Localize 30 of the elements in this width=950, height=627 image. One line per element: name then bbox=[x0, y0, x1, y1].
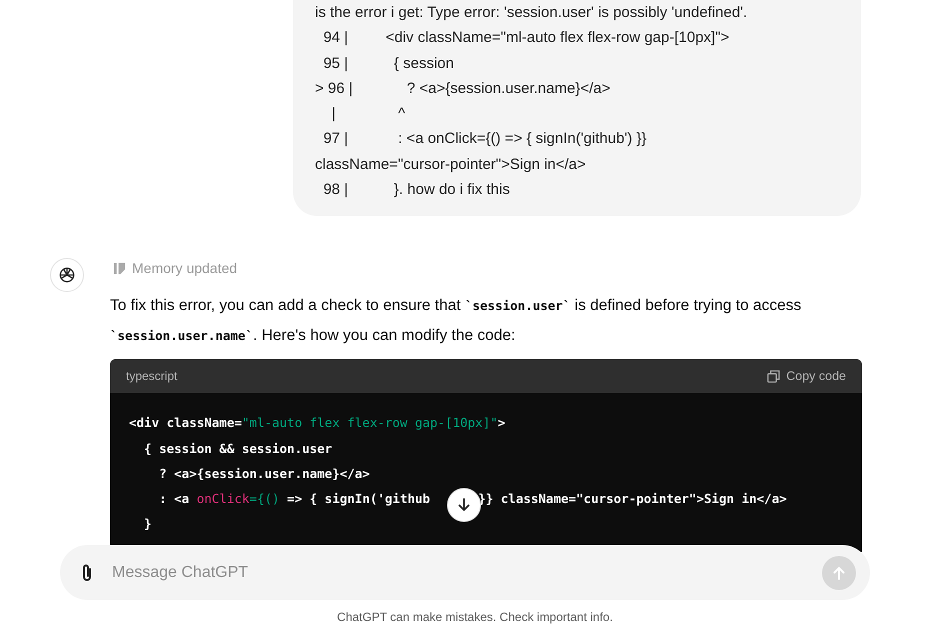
code-text: ? <a>{session.user.name}</a> bbox=[158, 466, 370, 481]
code-text: } bbox=[143, 516, 152, 532]
message-line: | ^ bbox=[330, 104, 406, 124]
code-text: > bbox=[498, 415, 506, 430]
memory-status-text: Memory updated bbox=[132, 259, 238, 278]
message-line: 98 | }. how do i fix this bbox=[322, 180, 511, 200]
copy-icon bbox=[767, 370, 780, 383]
message-line: 94 | <div className="ml-auto flex flex-row gap-[10px]"> bbox=[322, 28, 730, 48]
code-text: => { signIn('github bbox=[286, 490, 430, 506]
message-field[interactable]: Message ChatGPT bbox=[60, 545, 870, 600]
code-text: : <a bbox=[158, 490, 190, 506]
code-text: { session && session.user bbox=[143, 440, 332, 456]
message-line: 95 | { session bbox=[322, 54, 455, 74]
code-text: "ml-auto flex flex-row gap-[10px]" bbox=[242, 415, 498, 430]
code-text: }} className="cursor-pointer">Sign in</a> bbox=[477, 490, 787, 506]
assistant-message-text: To fix this error, you can add a check to ensure that `session.user` is defined before trying to access `session.user.name`. Here's how you can modify the code: bbox=[110, 296, 802, 346]
code-language-label: typescript bbox=[126, 368, 178, 386]
memory-icon bbox=[113, 262, 126, 276]
message-input[interactable]: Message ChatGPT bbox=[110, 560, 808, 586]
arrow-up-icon bbox=[831, 564, 847, 580]
code-text: onClick bbox=[196, 490, 250, 506]
message-line: className="cursor-pointer">Sign in</a> bbox=[315, 154, 587, 175]
arrow-down-icon bbox=[456, 497, 472, 513]
disclaimer-text: ChatGPT can make mistakes. Check important info. bbox=[336, 609, 614, 626]
message-line: is the error i get: Type error: 'session.user' is possibly 'undefined'. bbox=[315, 3, 748, 23]
message-line: > 96 | ? <a>{session.user.name}</a> bbox=[315, 78, 612, 99]
code-text: ={() bbox=[249, 490, 280, 506]
code-text: <div className= bbox=[129, 415, 242, 430]
message-line: 97 | : <a onClick={() => { signIn('github') }} bbox=[322, 129, 648, 150]
copy-code-button[interactable]: Copy code bbox=[767, 367, 846, 386]
